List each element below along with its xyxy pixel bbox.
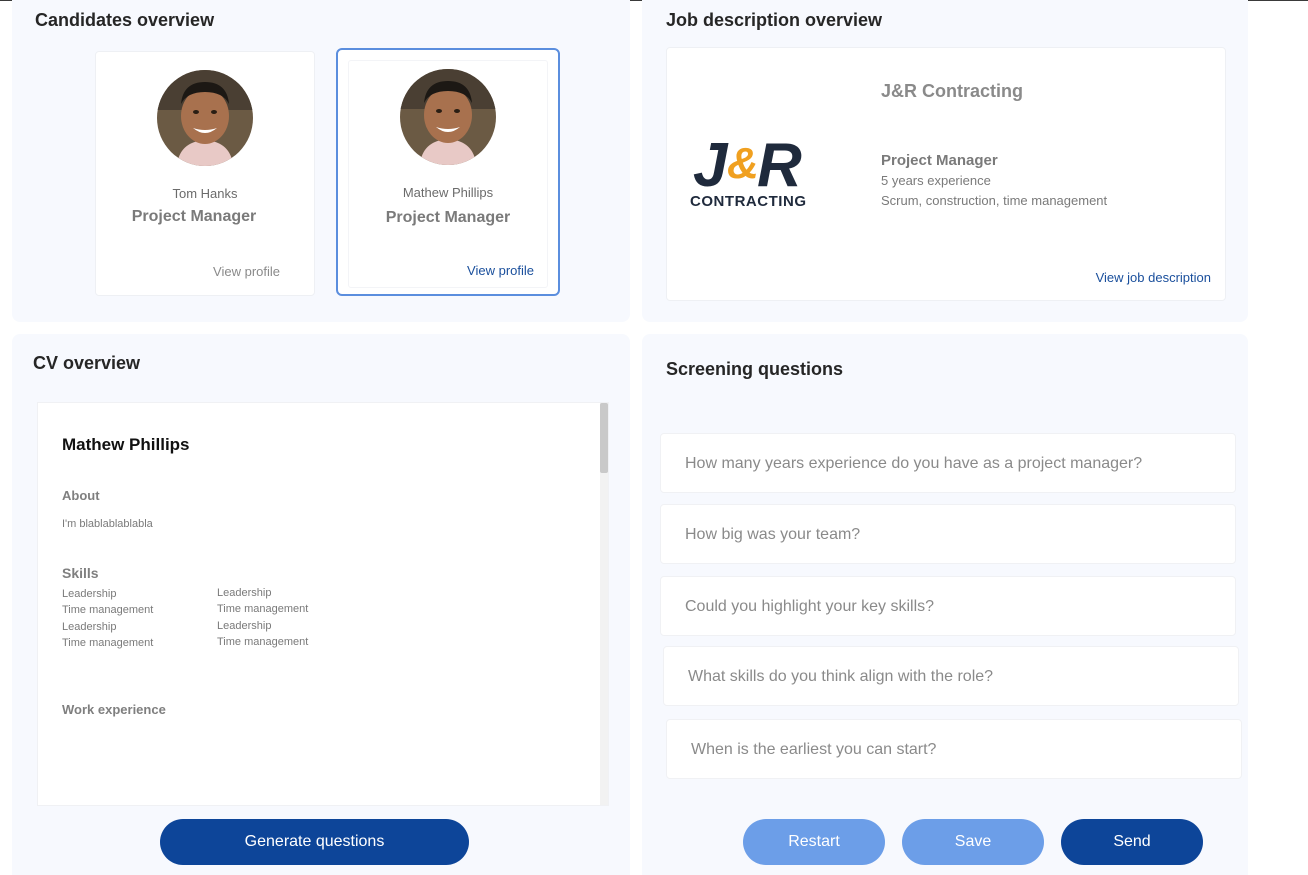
avatar xyxy=(400,69,496,165)
question-item[interactable]: What skills do you think align with the … xyxy=(663,646,1239,706)
screening-panel: Screening questions How many years exper… xyxy=(642,334,1248,875)
svg-text:R: R xyxy=(757,131,802,200)
company-logo: J R & CONTRACTING xyxy=(687,128,817,213)
screening-title: Screening questions xyxy=(666,359,844,379)
svg-text:J: J xyxy=(693,131,729,200)
skill-item: Leadership xyxy=(217,587,272,599)
cv-about-heading: About xyxy=(62,488,100,503)
view-profile-link[interactable]: View profile xyxy=(467,263,534,278)
job-keywords: Scrum, construction, time management xyxy=(881,193,1108,208)
cv-skills-col1: Leadership Time management Leadership Ti… xyxy=(62,586,153,651)
save-button[interactable]: Save xyxy=(902,819,1044,865)
skill-item: Leadership xyxy=(217,620,272,632)
question-item[interactable]: Could you highlight your key skills? xyxy=(660,576,1236,636)
job-description-panel: Job description overview J R & CONTRACTI… xyxy=(642,0,1248,322)
job-card: J R & CONTRACTING J&R Contracting Projec… xyxy=(666,47,1226,301)
job-title: Job description overview xyxy=(666,10,883,30)
cv-skills-heading: Skills xyxy=(62,565,99,581)
candidates-title: Candidates overview xyxy=(35,10,215,30)
skill-item: Time management xyxy=(62,604,154,616)
company-name: J&R Contracting xyxy=(881,81,1024,101)
question-item[interactable]: When is the earliest you can start? xyxy=(666,719,1242,779)
cv-scrollbar[interactable] xyxy=(600,403,608,805)
skill-item: Leadership xyxy=(62,621,117,633)
cv-scrollbar-thumb[interactable] xyxy=(600,403,608,473)
candidates-panel: Candidates overview Tom Hanks Project Ma… xyxy=(12,0,630,322)
send-button[interactable]: Send xyxy=(1061,819,1203,865)
cv-work-heading: Work experience xyxy=(62,702,166,717)
cv-candidate-name: Mathew Phillips xyxy=(62,435,190,454)
skill-item: Leadership xyxy=(62,588,117,600)
candidate-role: Project Manager xyxy=(131,208,257,225)
candidate-card-selected[interactable]: Mathew Phillips Project Manager View pro… xyxy=(336,48,560,296)
job-experience: 5 years experience xyxy=(881,173,991,188)
cv-skills-col2: Leadership Time management Leadership Ti… xyxy=(217,585,308,650)
cv-about-text: I'm blablablablabla xyxy=(62,518,153,530)
svg-text:CONTRACTING: CONTRACTING xyxy=(690,193,806,210)
candidate-name: Tom Hanks xyxy=(172,186,238,201)
question-item[interactable]: How many years experience do you have as… xyxy=(660,433,1236,493)
job-role: Project Manager xyxy=(881,152,998,169)
skill-item: Time management xyxy=(217,636,309,648)
skill-item: Time management xyxy=(62,637,154,649)
view-profile-link[interactable]: View profile xyxy=(213,264,280,279)
avatar xyxy=(157,70,253,166)
svg-text:&: & xyxy=(727,139,759,188)
view-job-description-link[interactable]: View job description xyxy=(1096,270,1211,285)
restart-button[interactable]: Restart xyxy=(743,819,885,865)
generate-questions-button[interactable]: Generate questions xyxy=(160,819,469,865)
cv-panel: CV overview Mathew Phillips About I'm bl… xyxy=(12,334,630,875)
candidate-role: Project Manager xyxy=(385,209,511,226)
cv-document[interactable]: Mathew Phillips About I'm blablablablabl… xyxy=(37,402,609,806)
question-item[interactable]: How big was your team? xyxy=(660,504,1236,564)
skill-item: Time management xyxy=(217,603,309,615)
candidate-card[interactable]: Tom Hanks Project Manager View profile xyxy=(95,51,315,296)
cv-title: CV overview xyxy=(33,353,141,373)
candidate-name: Mathew Phillips xyxy=(402,185,494,200)
